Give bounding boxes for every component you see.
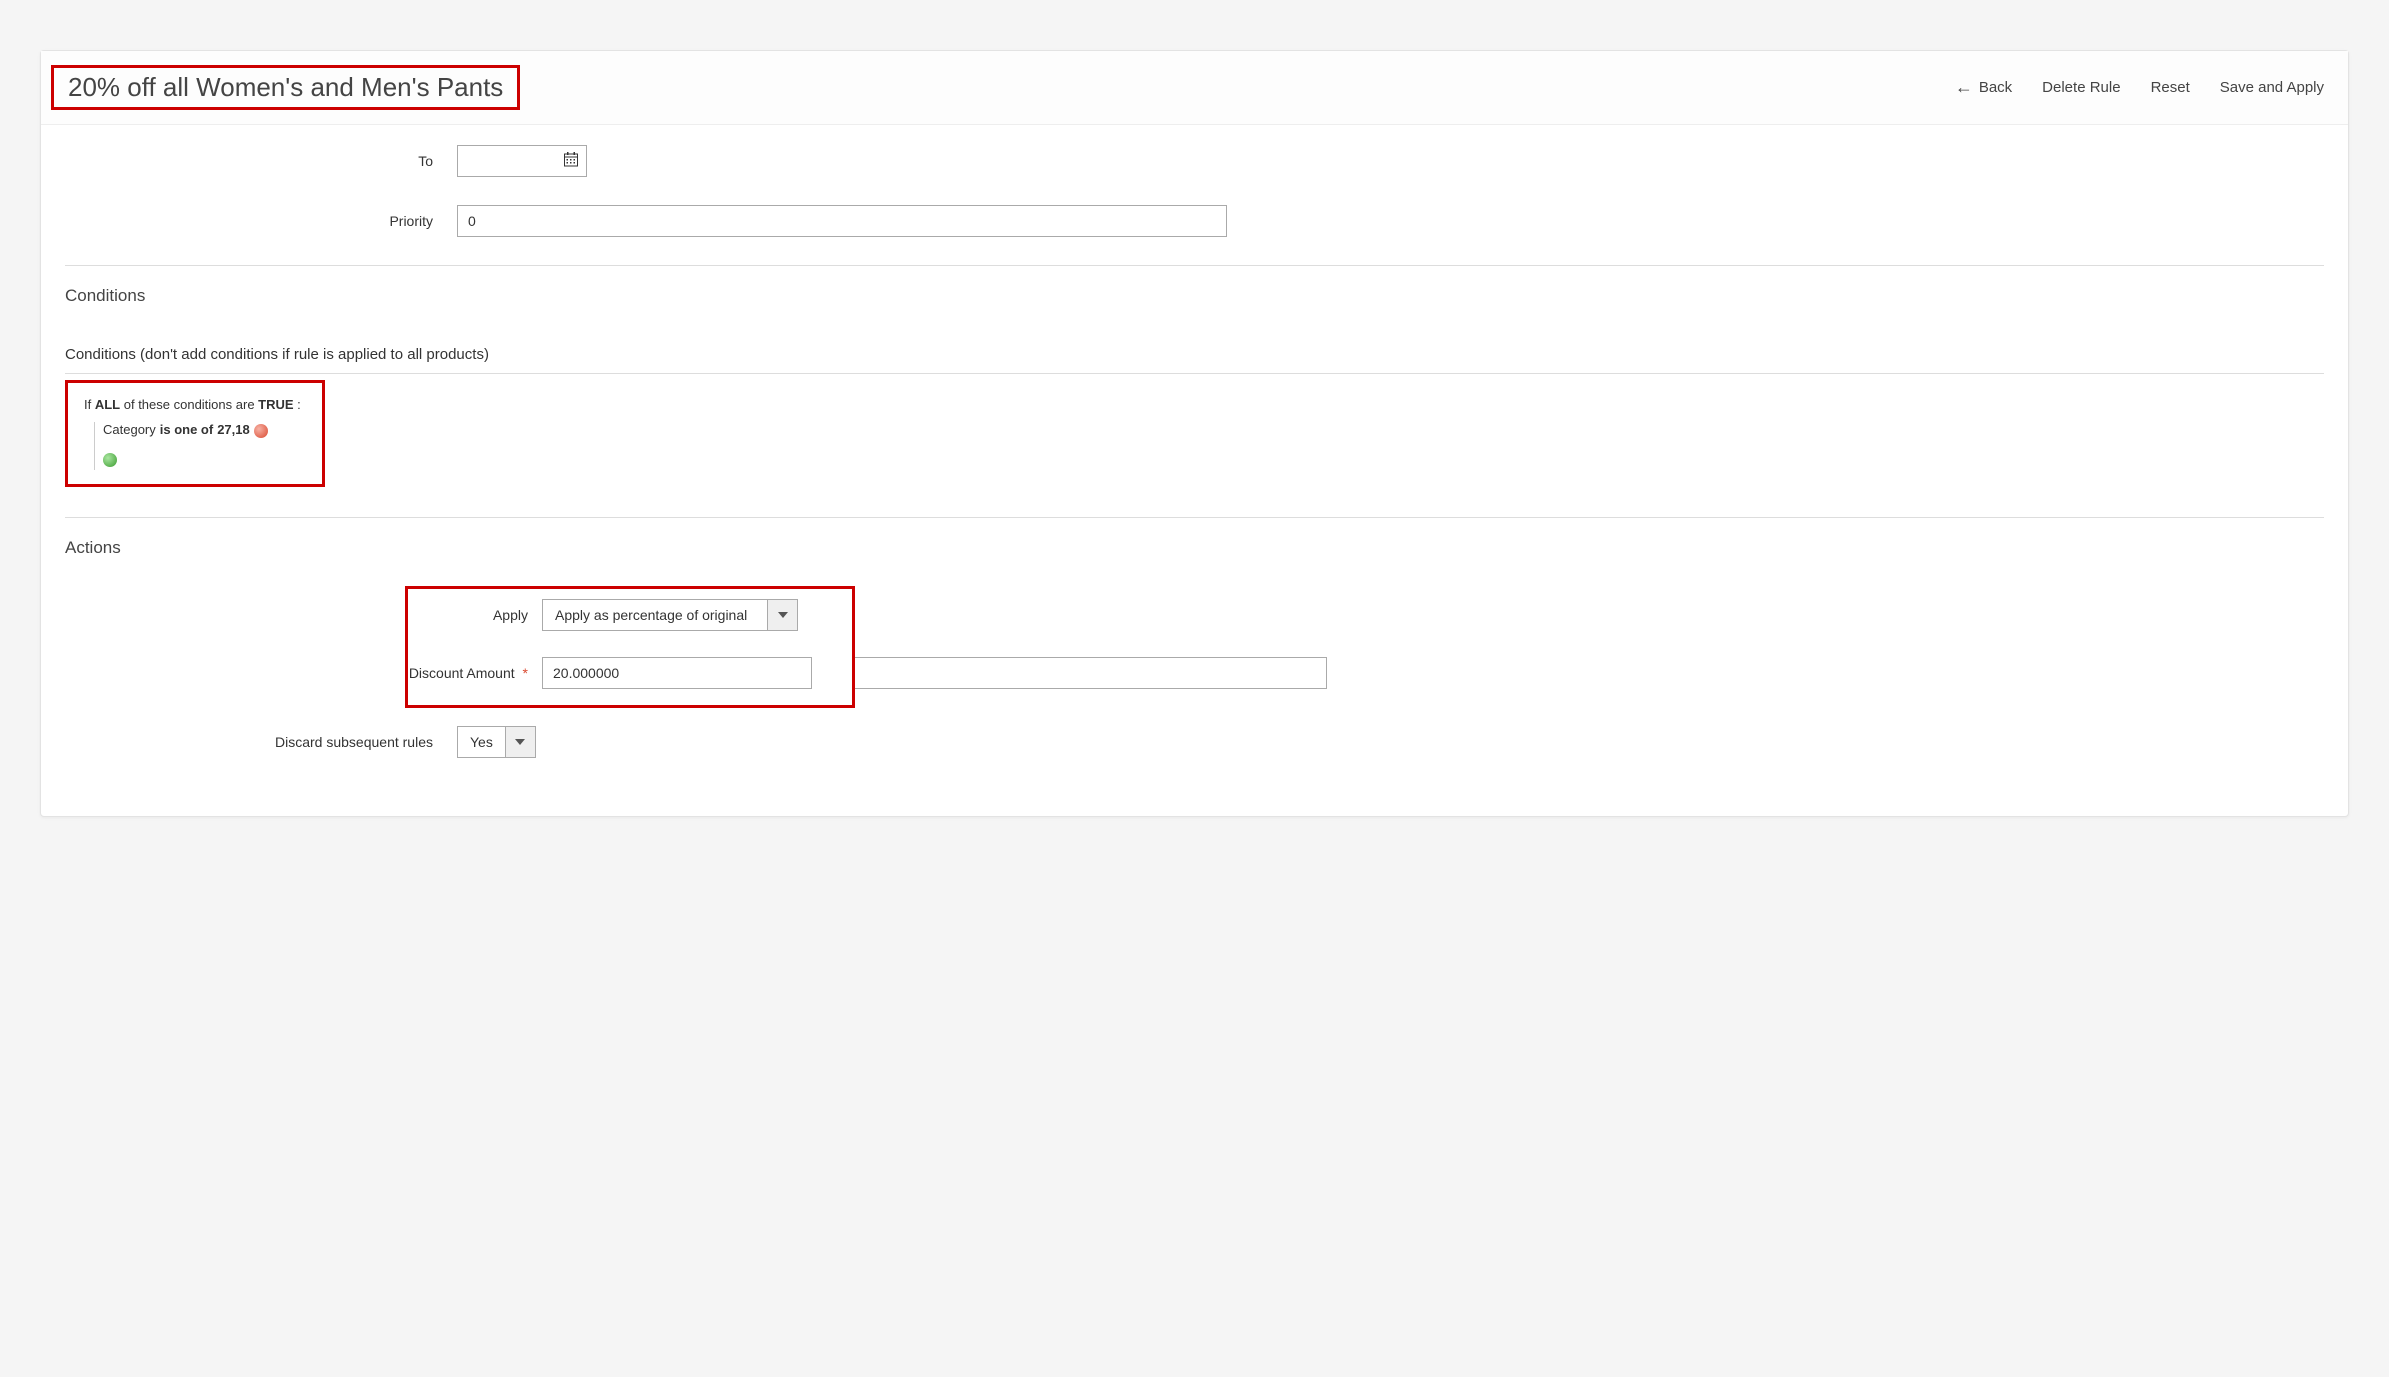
- discard-label: Discard subsequent rules: [65, 734, 457, 750]
- condition-value[interactable]: 27,18: [217, 422, 250, 437]
- discount-amount-input-ext[interactable]: [855, 657, 1327, 689]
- divider: [65, 517, 2324, 518]
- to-date-input[interactable]: [457, 145, 587, 177]
- conditions-title: Conditions: [65, 286, 2324, 306]
- back-button[interactable]: ← Back: [1955, 77, 2012, 98]
- chevron-down-icon: [515, 739, 525, 745]
- priority-label: Priority: [65, 213, 457, 229]
- title-highlight: 20% off all Women's and Men's Pants: [51, 65, 520, 110]
- condition-aggregator[interactable]: ALL: [95, 397, 120, 412]
- discard-row: Discard subsequent rules Yes: [65, 726, 2324, 758]
- to-row: To: [65, 145, 2324, 177]
- actions-highlight: Apply Apply as percentage of original Di…: [405, 586, 855, 708]
- divider: [65, 265, 2324, 266]
- discard-select-toggle[interactable]: [506, 726, 536, 758]
- header-actions: ← Back Delete Rule Reset Save and Apply: [1955, 77, 2324, 98]
- priority-input[interactable]: [457, 205, 1227, 237]
- save-apply-button[interactable]: Save and Apply: [2220, 79, 2324, 96]
- arrow-left-icon: ←: [1955, 77, 1973, 98]
- conditions-subsection: Conditions (don't add conditions if rule…: [65, 346, 2324, 374]
- apply-row: Apply Apply as percentage of original: [408, 599, 852, 631]
- rule-edit-panel: 20% off all Women's and Men's Pants ← Ba…: [40, 50, 2349, 817]
- remove-condition-icon[interactable]: [254, 424, 268, 438]
- to-label: To: [65, 153, 457, 169]
- condition-attribute[interactable]: Category: [103, 422, 156, 437]
- delete-rule-button[interactable]: Delete Rule: [2042, 79, 2120, 96]
- content-area: To: [41, 125, 2348, 816]
- chevron-down-icon: [778, 612, 788, 618]
- discard-select-value: Yes: [457, 726, 506, 758]
- condition-combine[interactable]: If ALL of these conditions are TRUE :: [84, 397, 306, 412]
- conditions-highlight: If ALL of these conditions are TRUE : Ca…: [65, 380, 325, 487]
- page-title: 20% off all Women's and Men's Pants: [68, 72, 503, 103]
- to-date-wrap: [457, 145, 587, 177]
- condition-children: Category is one of 27,18: [94, 422, 306, 470]
- discount-amount-input[interactable]: [542, 657, 812, 689]
- required-star-icon: *: [523, 665, 528, 681]
- reset-button[interactable]: Reset: [2151, 79, 2190, 96]
- back-label: Back: [1979, 79, 2012, 96]
- add-condition-row: [103, 453, 306, 470]
- apply-select-value: Apply as percentage of original: [542, 599, 768, 631]
- apply-select[interactable]: Apply as percentage of original: [542, 599, 798, 631]
- discount-amount-row: Discount Amount *: [408, 657, 852, 689]
- condition-value-bool[interactable]: TRUE: [258, 397, 293, 412]
- apply-label: Apply: [408, 607, 542, 623]
- header-bar: 20% off all Women's and Men's Pants ← Ba…: [41, 51, 2348, 125]
- discard-select[interactable]: Yes: [457, 726, 536, 758]
- priority-row: Priority: [65, 205, 2324, 237]
- add-condition-icon[interactable]: [103, 453, 117, 467]
- discount-amount-label: Discount Amount *: [408, 665, 542, 681]
- apply-select-toggle[interactable]: [768, 599, 798, 631]
- condition-item: Category is one of 27,18: [103, 422, 306, 437]
- actions-title: Actions: [65, 538, 2324, 558]
- condition-operator[interactable]: is one of: [160, 422, 213, 437]
